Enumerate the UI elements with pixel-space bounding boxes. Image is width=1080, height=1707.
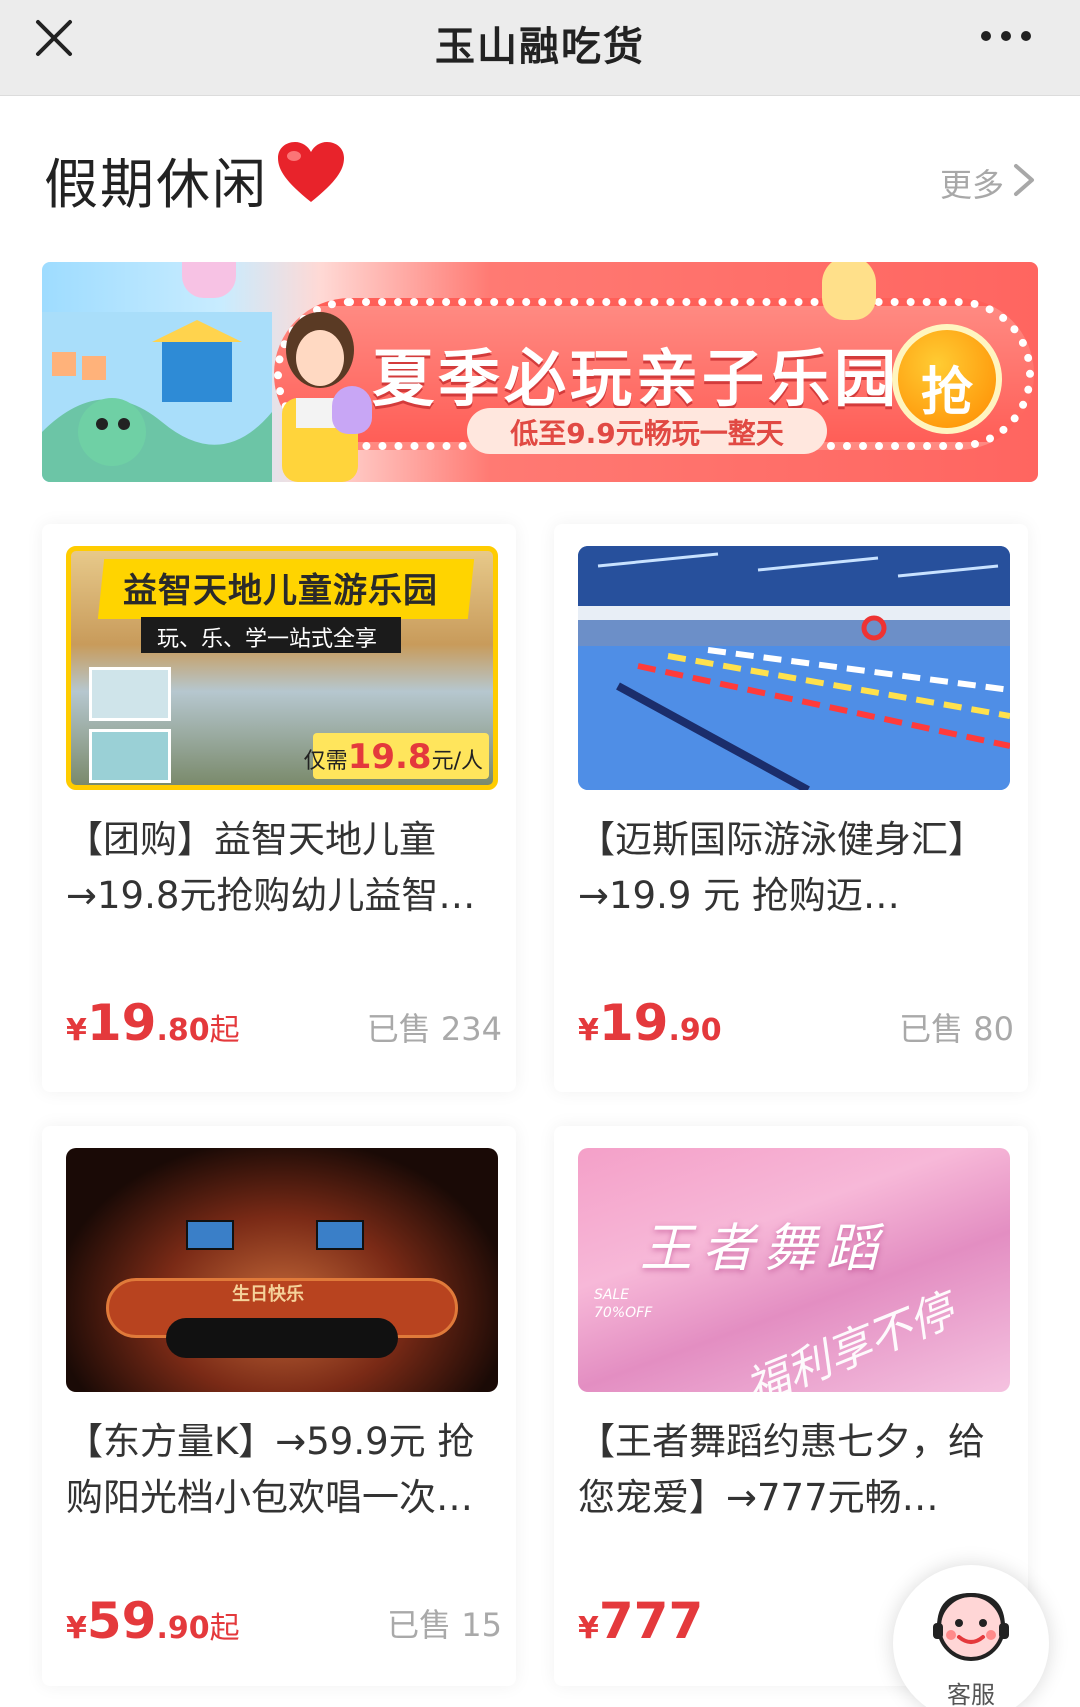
- balloon-decoration: [822, 262, 876, 320]
- tv-screen: [186, 1220, 234, 1250]
- more-dots-icon[interactable]: [976, 18, 1036, 54]
- price-integer: 777: [598, 1592, 704, 1650]
- price-decimal: .90: [668, 1013, 722, 1048]
- price-integer: 19: [86, 994, 157, 1052]
- product-card[interactable]: 益智天地儿童游乐园 玩、乐、学一站式全享 仅需19.8元/人 【团购】益智天地儿…: [42, 524, 516, 1092]
- grab-badge[interactable]: 抢: [892, 324, 1002, 434]
- price-symbol: ¥: [578, 1611, 599, 1646]
- sold-count: 已售 15: [387, 1606, 502, 1644]
- product-image[interactable]: [578, 546, 1010, 790]
- banner-headline: 夏季必玩亲子乐园: [372, 342, 901, 415]
- image-sale-line-2: 70%OFF: [594, 1305, 653, 1321]
- pool-illustration: [578, 546, 1010, 790]
- customer-service-label: 客服: [947, 1681, 995, 1707]
- price-tag-text: 仅需19.8元/人: [304, 737, 483, 777]
- price-tag-unit: 元/人: [431, 749, 483, 774]
- product-title[interactable]: 【东方量K】→59.9元 抢购阳光档小包欢唱一次…: [66, 1414, 502, 1526]
- heart-icon: [278, 142, 344, 202]
- price-symbol: ¥: [66, 1611, 87, 1646]
- product-price: ¥777: [578, 1592, 703, 1650]
- product-image[interactable]: 益智天地儿童游乐园 玩、乐、学一站式全享 仅需19.8元/人: [66, 546, 498, 790]
- product-price: ¥59.90起: [66, 1592, 240, 1650]
- price-integer: 59: [86, 1592, 157, 1650]
- customer-service-button[interactable]: 客服: [893, 1565, 1049, 1707]
- inset-photo: [89, 667, 171, 721]
- product-price: ¥19.90: [578, 994, 722, 1052]
- banner-subline: 低至9.9元畅玩一整天: [510, 417, 784, 450]
- page-title: 玉山融吃货: [435, 24, 645, 70]
- product-title[interactable]: 【迈斯国际游泳健身汇】→19.9 元 抢购迈…: [578, 812, 1014, 924]
- price-suffix: 起: [209, 1013, 240, 1048]
- image-slogan: 福利享不停: [738, 1285, 962, 1392]
- image-sub-text: 玩、乐、学一站式全享: [157, 627, 378, 652]
- promo-banner[interactable]: 夏季必玩亲子乐园 低至9.9元畅玩一整天 抢: [42, 262, 1038, 482]
- sold-count: 已售 234: [366, 1010, 502, 1048]
- price-decimal: .90: [156, 1611, 210, 1646]
- grab-label: 抢: [920, 363, 973, 423]
- product-image[interactable]: 生日快乐: [66, 1148, 498, 1392]
- product-image[interactable]: 王者舞蹈 SALE 70%OFF 福利享不停: [578, 1148, 1010, 1392]
- image-sale-line-1: SALE: [594, 1287, 630, 1303]
- price-tag-prefix: 仅需: [303, 749, 348, 774]
- product-card[interactable]: 【迈斯国际游泳健身汇】→19.9 元 抢购迈… ¥19.90 已售 80: [554, 524, 1028, 1092]
- coffee-table: [166, 1318, 398, 1358]
- product-card[interactable]: 生日快乐 【东方量K】→59.9元 抢购阳光档小包欢唱一次… ¥59.90起 已…: [42, 1126, 516, 1686]
- amusement-park-illustration: [42, 312, 272, 482]
- image-sale-text: SALE 70%OFF: [594, 1286, 652, 1322]
- price-tag-value: 19.8: [347, 737, 432, 777]
- product-title[interactable]: 【王者舞蹈约惠七夕，给您宠爱】→777元畅…: [578, 1414, 1014, 1526]
- price-symbol: ¥: [578, 1013, 599, 1048]
- inset-photo: [89, 729, 171, 783]
- balloon-decoration: [332, 386, 372, 434]
- price-symbol: ¥: [66, 1013, 87, 1048]
- price-integer: 19: [598, 994, 669, 1052]
- top-navigation-bar: 玉山融吃货: [0, 0, 1080, 96]
- chevron-right-icon[interactable]: [1010, 160, 1038, 200]
- price-suffix: 起: [209, 1611, 240, 1646]
- customer-service-icon: [933, 1592, 1009, 1661]
- tv-screen: [316, 1220, 364, 1250]
- section-title: 假期休闲: [44, 153, 268, 216]
- price-decimal: .80: [156, 1013, 210, 1048]
- product-price: ¥19.80起: [66, 994, 240, 1052]
- room-sign: 生日快乐: [232, 1284, 304, 1305]
- sold-count: 已售 80: [899, 1010, 1014, 1048]
- more-link[interactable]: 更多: [940, 160, 1004, 206]
- image-banner-text: 益智天地儿童游乐园: [123, 571, 438, 611]
- product-title[interactable]: 【团购】益智天地儿童→19.8元抢购幼儿益智…: [66, 812, 502, 924]
- image-headline: 王者舞蹈: [640, 1219, 889, 1279]
- balloon-decoration: [182, 262, 236, 298]
